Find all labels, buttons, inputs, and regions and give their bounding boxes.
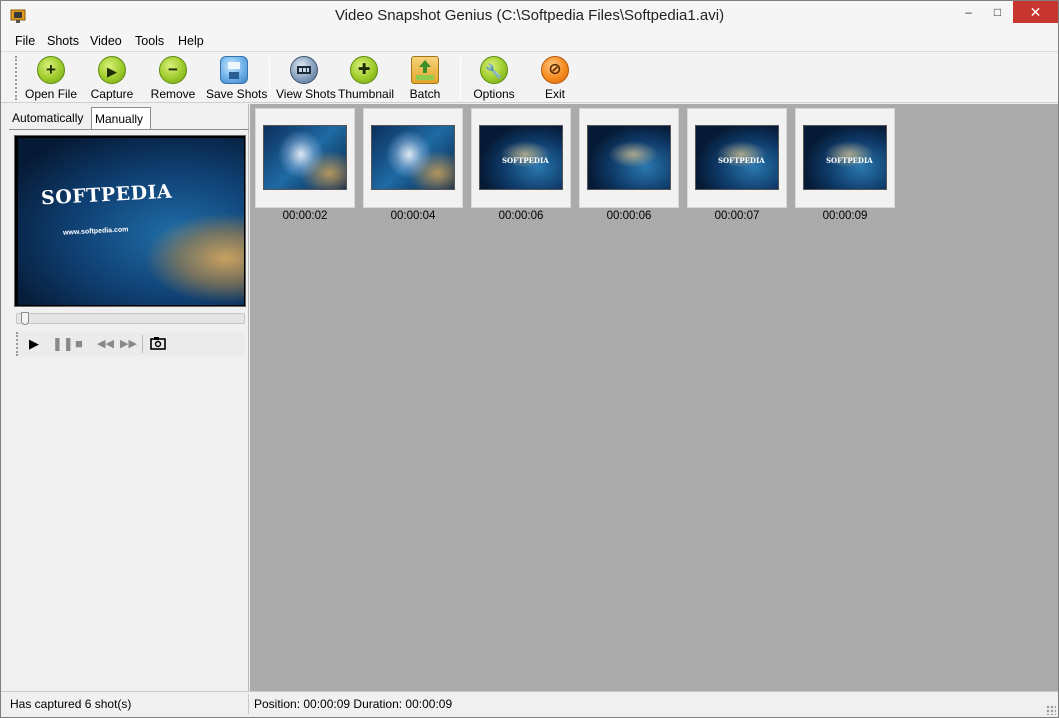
- video-preview[interactable]: SOFTPEDIA www.softpedia.com: [14, 135, 246, 307]
- save-shots-button[interactable]: Save Shots: [206, 56, 268, 102]
- title-bar[interactable]: Video Snapshot Genius (C:\Softpedia File…: [1, 1, 1058, 32]
- video-frame: [18, 138, 244, 305]
- thumbnail-button[interactable]: ✚ Thumbnail: [338, 56, 395, 102]
- shot-time: 00:00:09: [822, 210, 868, 222]
- menu-help[interactable]: Help: [178, 34, 204, 48]
- tab-automatically[interactable]: Automatically: [9, 107, 91, 129]
- batch-label: Batch: [409, 87, 441, 101]
- batch-folder-icon: [411, 56, 439, 84]
- close-button[interactable]: ✕: [1013, 1, 1058, 23]
- floppy-disk-icon: [220, 56, 248, 84]
- toolbar: + Open File ▶ Capture − Remove Save Shot…: [1, 51, 1058, 103]
- shot-time: 00:00:07: [714, 210, 760, 222]
- batch-button[interactable]: Batch: [399, 56, 451, 102]
- window-title: Video Snapshot Genius (C:\Softpedia File…: [334, 7, 725, 24]
- shot-overlay-text: SOFTPEDIA: [718, 156, 765, 165]
- shot-thumbnail[interactable]: [255, 108, 355, 208]
- stop-circle-icon: ⊘: [541, 56, 569, 84]
- shot-image: SOFTPEDIA: [479, 125, 563, 190]
- status-capture-count: Has captured 6 shot(s): [10, 697, 132, 711]
- shot-time: 00:00:06: [606, 210, 652, 222]
- app-window: Video Snapshot Genius (C:\Softpedia File…: [0, 0, 1059, 718]
- shot-time: 00:00:04: [390, 210, 436, 222]
- play-circle-icon: ▶: [98, 56, 126, 84]
- seek-handle[interactable]: [21, 312, 29, 325]
- plus-circle-icon: +: [37, 56, 65, 84]
- open-file-button[interactable]: + Open File: [25, 56, 77, 102]
- open-file-label: Open File: [25, 87, 78, 101]
- wrench-icon: 🔧: [480, 56, 508, 84]
- thumbnail-label: Thumbnail: [338, 87, 395, 101]
- exit-button[interactable]: ⊘ Exit: [529, 56, 581, 102]
- save-shots-label: Save Shots: [206, 87, 268, 101]
- menu-bar: File Shots Video Tools Help: [1, 32, 1058, 51]
- view-shots-button[interactable]: View Shots: [276, 56, 336, 102]
- remove-label: Remove: [150, 87, 196, 101]
- shot-image: SOFTPEDIA: [803, 125, 887, 190]
- film-strip-icon: [290, 56, 318, 84]
- toolbar-separator-2: [460, 57, 461, 99]
- shot-thumbnail[interactable]: SOFTPEDIA: [471, 108, 571, 208]
- shot-time: 00:00:06: [498, 210, 544, 222]
- resize-grip[interactable]: [1046, 705, 1056, 715]
- shot-image: SOFTPEDIA: [695, 125, 779, 190]
- shot-thumbnail[interactable]: [363, 108, 463, 208]
- status-bar: Has captured 6 shot(s) Position: 00:00:0…: [1, 691, 1058, 717]
- stop-button[interactable]: ■: [75, 336, 83, 352]
- toolbar-grip[interactable]: [15, 56, 17, 100]
- toolbar-separator: [269, 57, 270, 99]
- shot-overlay-text: SOFTPEDIA: [826, 156, 873, 165]
- capture-label: Capture: [90, 87, 134, 101]
- exit-label: Exit: [544, 87, 565, 101]
- minimize-button[interactable]: –: [954, 1, 983, 23]
- shot-image: [371, 125, 455, 190]
- view-shots-label: View Shots: [276, 87, 336, 101]
- shot-thumbnail[interactable]: SOFTPEDIA: [795, 108, 895, 208]
- shots-gallery: 00:00:02 00:00:04 SOFTPEDIA 00:00:06 00:…: [250, 104, 1058, 691]
- options-button[interactable]: 🔧 Options: [468, 56, 520, 102]
- rewind-button[interactable]: ◀◀: [97, 336, 114, 352]
- playback-controls: ▶ ❚❚ ■ ◀◀ ▶▶: [16, 332, 245, 356]
- tab-manually[interactable]: Manually: [91, 107, 151, 130]
- pause-button[interactable]: ❚❚: [52, 336, 74, 352]
- minus-circle-icon: −: [159, 56, 187, 84]
- menu-video[interactable]: Video: [90, 34, 122, 48]
- snapshot-camera-icon[interactable]: [150, 336, 166, 354]
- tab-divider: [9, 129, 249, 130]
- controls-separator: [142, 335, 143, 353]
- seek-bar[interactable]: [16, 312, 245, 325]
- left-panel: Automatically Manually SOFTPEDIA www.sof…: [1, 104, 249, 691]
- shot-image: [587, 125, 671, 190]
- options-label: Options: [473, 87, 515, 101]
- shot-overlay-text: SOFTPEDIA: [502, 156, 549, 165]
- menu-shots[interactable]: Shots: [47, 34, 79, 48]
- menu-file[interactable]: File: [15, 34, 35, 48]
- grid-plus-icon: ✚: [350, 56, 378, 84]
- shot-image: [263, 125, 347, 190]
- fast-forward-button[interactable]: ▶▶: [120, 336, 137, 352]
- shot-thumbnail[interactable]: SOFTPEDIA: [687, 108, 787, 208]
- capture-button[interactable]: ▶ Capture: [86, 56, 138, 102]
- status-divider: [248, 694, 249, 714]
- status-position: Position: 00:00:09 Duration: 00:00:09: [254, 697, 453, 711]
- maximize-button[interactable]: □: [983, 1, 1012, 23]
- menu-tools[interactable]: Tools: [135, 34, 164, 48]
- shot-time: 00:00:02: [282, 210, 328, 222]
- play-button[interactable]: ▶: [29, 336, 39, 352]
- remove-button[interactable]: − Remove: [147, 56, 199, 102]
- shot-thumbnail[interactable]: [579, 108, 679, 208]
